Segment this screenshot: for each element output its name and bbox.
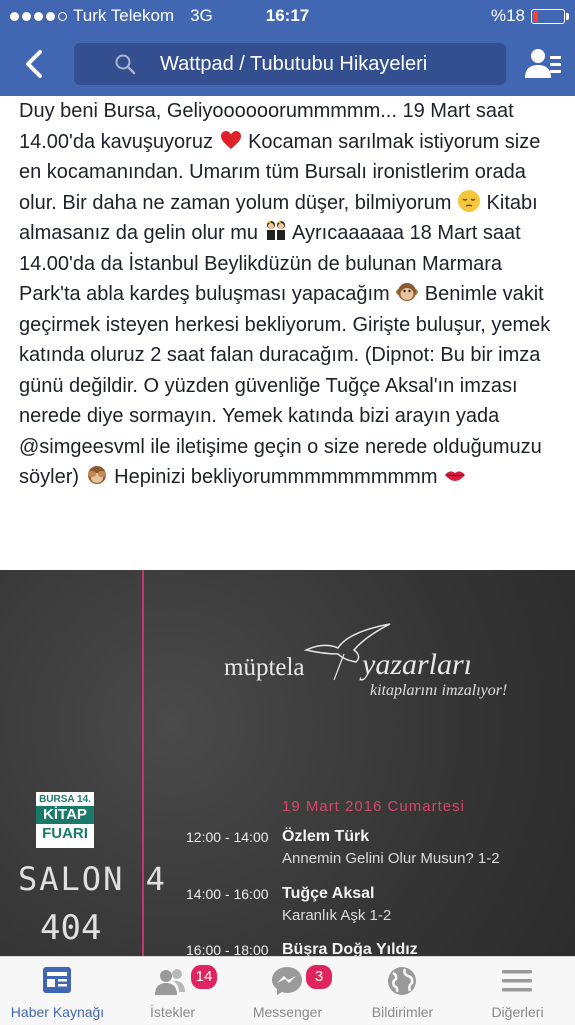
battery-percent: %18 (490, 6, 525, 25)
schedule-time: 16:00 - 18:00 (186, 942, 269, 956)
schedule-time: 14:00 - 16:00 (186, 886, 269, 902)
search-bar[interactable]: Wattpad / Tubutubu Hikayeleri (74, 43, 506, 85)
tab-label: İstekler (149, 1004, 196, 1020)
tab-label: Haber Kaynağı (10, 1004, 105, 1020)
friend-requests-icon (155, 969, 185, 995)
fair-line2: KİTAP (36, 806, 94, 824)
dancers-icon (266, 220, 285, 240)
status-bar: Turk Telekom 3G 16:17 %18 (0, 0, 575, 32)
post-text-part: Benimle vakit geçirmek isteyen herkesi b… (19, 283, 551, 488)
tab-label: Messenger (252, 1004, 323, 1020)
brand-muptela: müptela (224, 654, 305, 681)
schedule-book: Annemin Gelini Olur Musun? 1-2 (282, 850, 500, 867)
fair-line3: FUARI (42, 825, 88, 842)
poster-divider-line (142, 570, 144, 956)
book-fair-logo: BURSA 14. KİTAP FUARI (36, 792, 94, 848)
tab-more[interactable]: Diğerleri (460, 957, 575, 1025)
news-feed-icon (43, 967, 71, 993)
friend-requests-icon[interactable] (523, 46, 563, 82)
post-text-part: Hepinizi bekliyorummmmmmmmmm (108, 466, 438, 488)
battery-icon (531, 8, 569, 24)
fair-line1: BURSA 14. (39, 794, 91, 805)
salon-number: 404 (40, 908, 102, 948)
monkey-face-icon (396, 283, 419, 301)
schedule-book: Karanlık Aşk 1-2 (282, 907, 392, 924)
search-text: Wattpad / Tubutubu Hikayeleri (160, 53, 428, 75)
tab-news-feed[interactable]: Haber Kaynağı (0, 957, 115, 1025)
schedule-author: Büşra Doğa Yıldız (282, 941, 418, 956)
tab-messenger[interactable]: 3 Messenger (230, 957, 345, 1025)
search-icon (115, 54, 136, 75)
tab-label: Bildirimler (371, 1004, 434, 1020)
brand-tagline: kitaplarını imzalıyor! (370, 682, 508, 699)
tab-notifications[interactable]: Bildirimler (345, 957, 460, 1025)
battery-info: %18 (490, 6, 569, 26)
clock: 16:17 (265, 6, 310, 25)
schedule-author: Özlem Türk (282, 828, 370, 845)
kiss-mark-icon (445, 471, 466, 481)
messenger-icon (272, 967, 302, 995)
post-image[interactable]: müptela yazarları kitaplarını imzalıyor!… (0, 570, 575, 956)
messenger-badge: 3 (304, 963, 334, 991)
tab-label: Diğerleri (491, 1004, 544, 1020)
top-navigation-bar: Wattpad / Tubutubu Hikayeleri (0, 32, 575, 96)
schedule-author: Tuğçe Aksal (282, 885, 375, 902)
friend-requests-badge: 14 (189, 963, 219, 991)
salon-label: SALON 4 (18, 860, 167, 898)
see-no-evil-monkey-icon (87, 466, 106, 484)
post-text: Duy beni Bursa, Geliyoooooorummmmm... 19… (19, 96, 564, 493)
globe-icon (388, 967, 416, 995)
muptela-logo: müptela yazarları kitaplarını imzalıyor! (222, 620, 542, 740)
menu-icon (502, 970, 532, 992)
tab-friend-requests[interactable]: 14 İstekler (115, 957, 230, 1025)
red-heart-icon (220, 130, 241, 149)
bottom-tab-bar: Haber Kaynağı 14 İstekler 3 Messenger Bi… (0, 956, 575, 1025)
pensive-face-icon (457, 189, 480, 212)
event-date: 19 Mart 2016 Cumartesi (282, 798, 465, 815)
schedule-time: 12:00 - 14:00 (186, 829, 269, 845)
chevron-left-icon[interactable] (18, 46, 54, 82)
brand-yazarlari: yazarları (362, 648, 473, 681)
